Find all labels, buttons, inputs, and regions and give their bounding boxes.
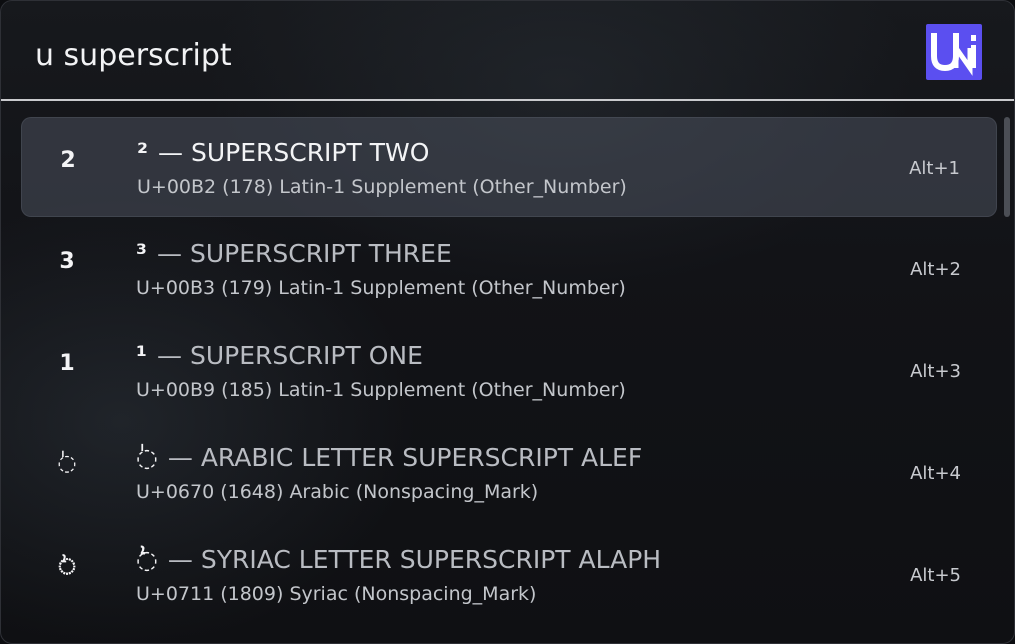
search-bar xyxy=(1,1,1014,101)
title-dash: — xyxy=(167,545,193,574)
result-glyph: 3 xyxy=(59,249,75,274)
result-shortcut: Alt+3 xyxy=(910,361,961,382)
result-char: ³ xyxy=(136,239,147,268)
result-char: ◌ٰ xyxy=(136,443,158,472)
result-name: SYRIAC LETTER SUPERSCRIPT ALAPH xyxy=(200,545,662,574)
result-shortcut: Alt+4 xyxy=(910,463,961,484)
result-name: ARABIC LETTER SUPERSCRIPT ALEF xyxy=(200,443,643,472)
results-scrollbar[interactable] xyxy=(1004,117,1010,217)
result-info: U+0670 (1648) Arabic (Nonspacing_Mark) xyxy=(136,481,539,503)
result-glyph: ◌ܑ xyxy=(58,555,76,580)
uni-logo xyxy=(926,24,982,80)
result-row[interactable]: ◌ܑ ܑ◌ — SYRIAC LETTER SUPERSCRIPT ALAPH U+… xyxy=(21,525,997,625)
result-row[interactable]: ◌ٰ ◌ٰ — ARABIC LETTER SUPERSCRIPT ALEF U+0… xyxy=(21,423,997,523)
result-glyph: ◌ٰ xyxy=(57,451,77,476)
result-shortcut: Alt+1 xyxy=(909,158,960,179)
result-shortcut: Alt+5 xyxy=(910,565,961,586)
search-input[interactable] xyxy=(35,31,895,79)
title-dash: — xyxy=(167,443,193,472)
result-name: SUPERSCRIPT ONE xyxy=(189,341,423,370)
result-char: ² xyxy=(137,138,148,167)
result-char: ¹ xyxy=(136,341,147,370)
result-title: ܑ◌ — SYRIAC LETTER SUPERSCRIPT ALAPH xyxy=(136,545,661,575)
result-shortcut: Alt+2 xyxy=(910,259,961,280)
result-name: SUPERSCRIPT THREE xyxy=(189,239,452,268)
result-title: ² — SUPERSCRIPT TWO xyxy=(137,138,429,167)
launcher-window: 2 ²—SUPERSCRIPT TWO U+00B2 (178) Latin-1… xyxy=(0,0,1015,644)
result-info: U+00B3 (179) Latin-1 Supplement (Other_N… xyxy=(136,277,626,299)
result-row[interactable]: 2 ² — SUPERSCRIPT TWO U+00B2 (178) Latin-1… xyxy=(21,117,997,217)
title-dash: — xyxy=(156,239,182,268)
result-name: SUPERSCRIPT TWO xyxy=(190,138,430,167)
uni-logo-icon xyxy=(931,33,976,76)
result-row[interactable]: 3 ³ — SUPERSCRIPT THREE U+00B3 (179) Latin… xyxy=(21,219,997,319)
title-dash: — xyxy=(156,341,182,370)
result-title: ◌ٰ — ARABIC LETTER SUPERSCRIPT ALEF xyxy=(136,443,642,472)
result-glyph: 1 xyxy=(59,351,75,376)
title-dash: — xyxy=(157,138,183,167)
result-row[interactable]: 1 ¹ — SUPERSCRIPT ONE U+00B9 (185) Latin-1… xyxy=(21,321,997,421)
result-info: U+0711 (1809) Syriac (Nonspacing_Mark) xyxy=(136,583,537,605)
result-char: ܑ◌ xyxy=(136,545,158,574)
result-glyph: 2 xyxy=(60,148,76,173)
result-info: U+00B2 (178) Latin-1 Supplement (Other_N… xyxy=(137,176,627,198)
result-title: ³ — SUPERSCRIPT THREE xyxy=(136,239,452,268)
result-title: ¹ — SUPERSCRIPT ONE xyxy=(136,341,423,370)
results-list: 2 ² — SUPERSCRIPT TWO U+00B2 (178) Latin-1… xyxy=(1,103,1014,643)
result-info: U+00B9 (185) Latin-1 Supplement (Other_N… xyxy=(136,379,626,401)
